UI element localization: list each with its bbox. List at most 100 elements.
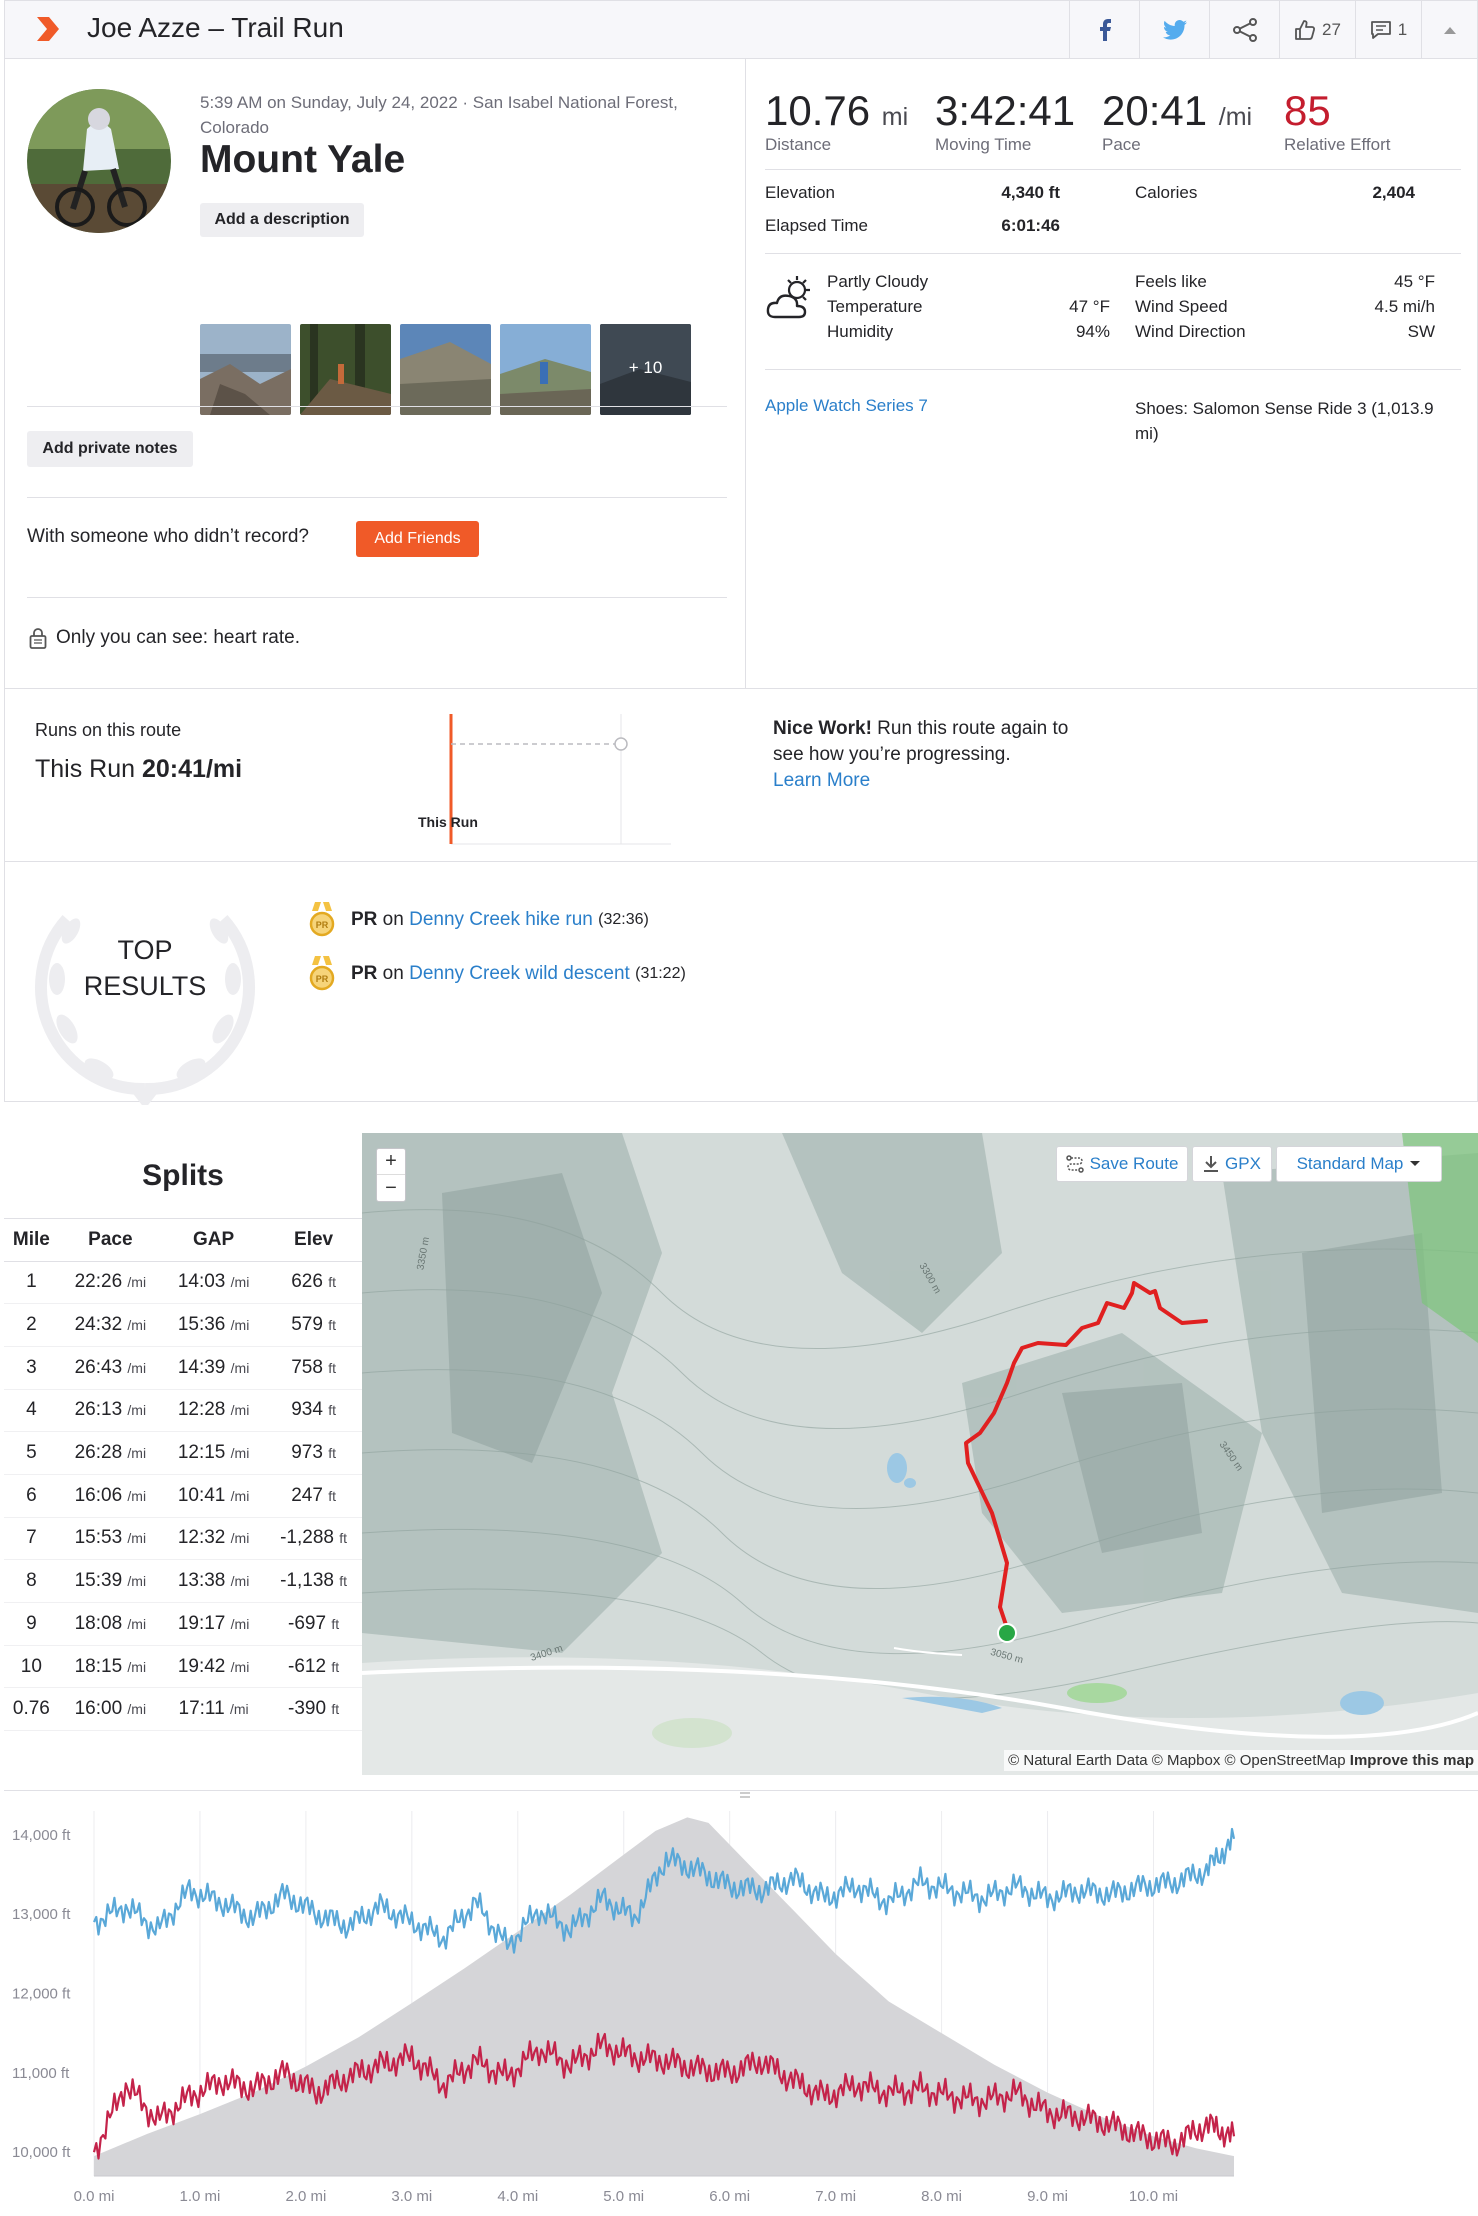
route-comparison-chart <box>449 714 671 845</box>
splits-table: Mile Pace GAP Elev 1 22:26 /mi 14:03 /mi 62… <box>4 1219 362 1732</box>
splits-cell-mile: 0.76 <box>4 1687 59 1732</box>
thumbs-up-icon <box>1295 19 1316 40</box>
activity-datetime-location: 5:39 AM on Sunday, July 24, 2022 · San I… <box>200 93 678 137</box>
feels-like-value: 45 °F <box>1394 272 1435 291</box>
photo-thumbnail[interactable] <box>200 324 291 415</box>
splits-row: 3 26:43 /mi 14:39 /mi 758 ft <box>4 1346 362 1390</box>
zoom-in-button[interactable]: + <box>377 1149 405 1175</box>
pace-label: Pace <box>1102 135 1141 154</box>
collapse-button[interactable] <box>1421 1 1478 58</box>
caret-up-icon <box>1444 26 1456 34</box>
map-type-label: Standard Map <box>1296 1154 1404 1173</box>
elapsed-time-value: 6:01:46 <box>1001 216 1060 235</box>
privacy-note: Only you can see: heart rate. <box>56 627 300 648</box>
comment-icon <box>1370 20 1391 39</box>
splits-cell-pace: 15:53 /mi <box>58 1517 162 1561</box>
photo-thumbnail[interactable] <box>300 324 391 415</box>
zoom-out-button[interactable]: − <box>377 1175 405 1201</box>
add-private-notes-button[interactable]: Add private notes <box>27 431 193 467</box>
wind-direction-label: Wind Direction <box>1135 322 1246 341</box>
splits-title: Splits <box>4 1133 362 1219</box>
divider <box>765 369 1461 370</box>
more-photos-count: + 10 <box>628 358 663 377</box>
relative-effort-stat[interactable]: 85 <box>1284 87 1331 135</box>
top-results-title: TOP RESULTS <box>83 935 207 1001</box>
splits-cell-mile: 6 <box>4 1474 59 1518</box>
photo-thumbnail[interactable] <box>500 324 591 415</box>
map-terrain <box>362 1133 1478 1775</box>
splits-cell-gap: 19:17 /mi <box>161 1602 266 1646</box>
splits-cell-mile: 9 <box>4 1602 59 1646</box>
add-friends-button[interactable]: Add Friends <box>356 521 479 557</box>
divider <box>765 169 1461 170</box>
moving-time-stat: 3:42:41 <box>935 87 1076 134</box>
svg-text:PR: PR <box>316 920 329 930</box>
x-tick-label: 1.0 mi <box>180 2188 221 2205</box>
route-map[interactable]: 3350 m 3300 m 3450 m 3400 m 3050 m + − S… <box>362 1133 1478 1775</box>
splits-cell-pace: 15:39 /mi <box>58 1559 162 1603</box>
page-title: Joe Azze – Trail Run <box>87 12 344 43</box>
twitter-share-button[interactable] <box>1139 1 1209 58</box>
column-divider <box>745 59 746 689</box>
facebook-share-button[interactable] <box>1069 1 1139 58</box>
splits-cell-elev: -390 ft <box>265 1687 362 1732</box>
x-tick-label: 2.0 mi <box>285 2188 326 2205</box>
improve-map-link[interactable]: Improve this map <box>1350 1752 1474 1769</box>
more-photos-button[interactable]: + 10 <box>600 324 691 415</box>
avatar[interactable] <box>27 89 171 233</box>
splits-cell-mile: 10 <box>4 1645 59 1689</box>
wind-speed-label: Wind Speed <box>1135 297 1228 316</box>
temperature-label: Temperature <box>827 297 923 316</box>
splits-cell-gap: 10:41 /mi <box>161 1474 266 1518</box>
splits-cell-gap: 13:38 /mi <box>161 1559 266 1603</box>
segment-link[interactable]: Denny Creek hike run <box>409 909 593 931</box>
splits-cell-elev: -697 ft <box>265 1602 362 1646</box>
twitter-icon <box>1162 19 1187 40</box>
share-button[interactable] <box>1209 1 1279 58</box>
splits-row: 0.76 16:00 /mi 17:11 /mi -390 ft <box>4 1687 362 1732</box>
photo-thumbnail[interactable] <box>400 324 491 415</box>
elevation-pace-hr-chart[interactable]: 0.0 mi 1.0 mi 2.0 mi 3.0 mi 4.0 mi 5.0 mi 6.0 … <box>4 1790 1478 2210</box>
x-tick-label: 9.0 mi <box>1027 2188 1068 2205</box>
x-tick-label: 10.0 mi <box>1129 2188 1178 2205</box>
strava-logo-icon <box>37 17 59 41</box>
divider <box>27 597 727 598</box>
splits-cell-gap: 12:15 /mi <box>161 1431 266 1475</box>
moving-time-label: Moving Time <box>935 135 1032 154</box>
map-type-select[interactable]: Standard Map <box>1276 1146 1442 1182</box>
splits-header-mile: Mile <box>4 1219 59 1262</box>
splits-cell-mile: 4 <box>4 1389 59 1433</box>
activity-header: Joe Azze – Trail Run 27 1 <box>4 0 1478 59</box>
this-run-summary: This Run 20:41/mi <box>35 755 243 783</box>
activity-summary: 5:39 AM on Sunday, July 24, 2022 · San I… <box>4 59 1478 1105</box>
splits-cell-mile: 3 <box>4 1346 59 1390</box>
splits-row: 2 24:32 /mi 15:36 /mi 579 ft <box>4 1303 362 1347</box>
x-tick-label: 7.0 mi <box>815 2188 856 2205</box>
pr-medal-icon: PR <box>309 902 335 937</box>
kudos-button[interactable]: 27 <box>1279 1 1355 58</box>
segment-link[interactable]: Denny Creek wild descent <box>409 963 630 985</box>
splits-header-pace: Pace <box>58 1219 162 1262</box>
learn-more-link[interactable]: Learn More <box>773 770 870 791</box>
add-description-button[interactable]: Add a description <box>200 203 364 237</box>
download-icon <box>1204 1156 1219 1172</box>
splits-cell-elev: 247 ft <box>265 1474 362 1518</box>
save-route-button[interactable]: Save Route <box>1056 1146 1188 1182</box>
splits-cell-gap: 14:03 /mi <box>161 1261 266 1305</box>
device-link[interactable]: Apple Watch Series 7 <box>765 396 928 416</box>
pr-medal-icon: PR <box>309 956 335 991</box>
splits-cell-gap: 19:42 /mi <box>161 1645 266 1689</box>
distance-stat: 10.76 mi <box>765 87 909 134</box>
y-tick-label: 10,000 ft <box>12 2144 71 2161</box>
x-tick-label: 5.0 mi <box>603 2188 644 2205</box>
chevron-down-icon <box>1410 1161 1421 1166</box>
splits-row: 10 18:15 /mi 19:42 /mi -612 ft <box>4 1645 362 1689</box>
splits-cell-pace: 24:32 /mi <box>58 1303 162 1347</box>
comments-button[interactable]: 1 <box>1355 1 1421 58</box>
divider <box>765 253 1461 254</box>
splits-row: 6 16:06 /mi 10:41 /mi 247 ft <box>4 1474 362 1518</box>
gpx-download-button[interactable]: GPX <box>1192 1146 1272 1182</box>
y-tick-label: 13,000 ft <box>12 1906 71 1923</box>
splits-row: 9 18:08 /mi 19:17 /mi -697 ft <box>4 1602 362 1646</box>
splits-cell-elev: 934 ft <box>265 1389 362 1433</box>
